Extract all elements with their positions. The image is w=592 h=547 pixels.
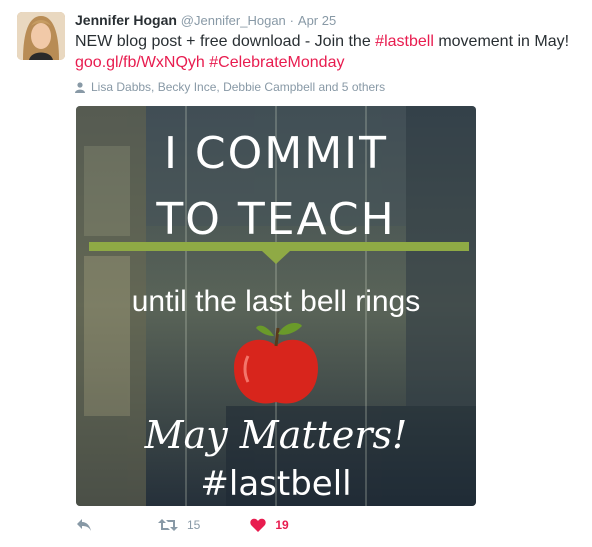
image-line-teach: TO TEACH — [155, 194, 395, 245]
tweet-link[interactable]: goo.gl/fb/WxNQyh — [75, 54, 205, 71]
retweet-count: 15 — [187, 518, 201, 532]
mentioned-users-label: Lisa Dabbs, Becky Ince, Debbie Campbell … — [91, 80, 386, 94]
retweet-icon — [158, 519, 178, 531]
avatar-image — [17, 12, 65, 60]
tweet-image[interactable]: I COMMIT TO TEACH until the last bell ri… — [76, 106, 476, 506]
tweet-text-suffix: movement in May! — [433, 33, 570, 50]
mentioned-users[interactable]: Lisa Dabbs, Becky Ince, Debbie Campbell … — [75, 80, 385, 94]
author-handle[interactable]: @Jennifer_Hogan — [181, 13, 286, 28]
image-line-hashtag: #lastbell — [200, 464, 351, 504]
person-icon — [75, 81, 85, 93]
like-count: 19 — [275, 518, 289, 532]
tweet-date[interactable]: Apr 25 — [298, 13, 336, 28]
hashtag-celebratemonday[interactable]: #CelebrateMonday — [209, 54, 344, 71]
heart-icon — [250, 518, 267, 532]
author-name[interactable]: Jennifer Hogan — [75, 12, 177, 28]
separator-dot: · — [289, 13, 295, 28]
image-line-lastbell: until the last bell rings — [132, 285, 421, 318]
image-line-maymatters: May Matters! — [144, 413, 408, 457]
tweet-text-prefix: NEW blog post + free download - Join the — [75, 33, 376, 50]
tweet-header: Jennifer Hogan @Jennifer_Hogan · Apr 25 — [75, 12, 336, 28]
like-button[interactable]: 19 — [250, 518, 289, 532]
image-line-commit: I COMMIT — [164, 128, 388, 179]
tweet-actions: 15 19 — [76, 514, 476, 536]
avatar[interactable] — [17, 12, 65, 60]
reply-icon — [77, 519, 91, 531]
green-divider — [89, 242, 469, 251]
tweet-text: NEW blog post + free download - Join the… — [75, 31, 585, 73]
retweet-button[interactable]: 15 — [158, 518, 200, 532]
reply-button[interactable] — [76, 518, 92, 532]
hashtag-lastbell[interactable]: #lastbell — [375, 33, 434, 50]
